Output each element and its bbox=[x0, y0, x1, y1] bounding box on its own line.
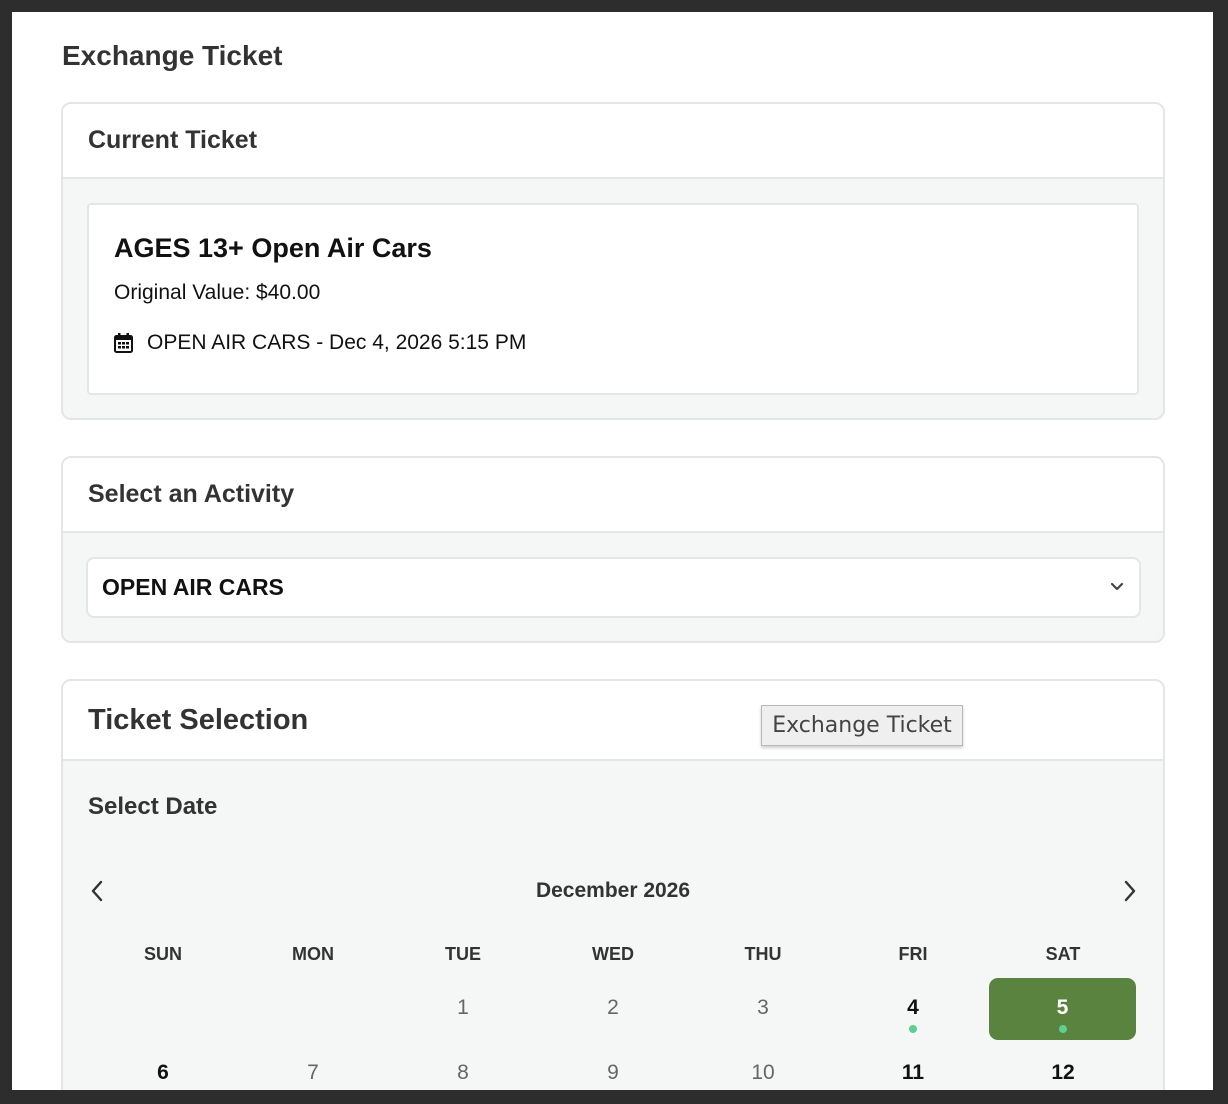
calendar-day[interactable]: 5 bbox=[989, 978, 1136, 1040]
ticket-details: AGES 13+ Open Air Cars Original Value: $… bbox=[87, 203, 1139, 395]
calendar-day-number: 1 bbox=[457, 996, 469, 1019]
ticket-selection-header: Ticket Selection bbox=[63, 681, 1163, 761]
activity-select-value: OPEN AIR CARS bbox=[102, 574, 284, 600]
calendar-weekdays: SUN MON TUE WED THU FRI SAT bbox=[88, 944, 1138, 965]
availability-dot bbox=[909, 1025, 917, 1033]
ticket-event-text: OPEN AIR CARS - Dec 4, 2026 5:15 PM bbox=[147, 331, 527, 354]
weekday-label: MON bbox=[292, 944, 334, 964]
calendar-day[interactable]: 7 bbox=[238, 1043, 388, 1090]
calendar-next-button[interactable] bbox=[1118, 877, 1142, 905]
calendar-week-row: 1 2 3 4 5 bbox=[88, 978, 1138, 1040]
availability-dot bbox=[1058, 1025, 1067, 1033]
calendar-day[interactable]: 1 bbox=[388, 978, 538, 1040]
calendar-icon bbox=[114, 333, 133, 353]
weekday-label: THU bbox=[744, 944, 782, 964]
calendar-day-number: 9 bbox=[607, 1061, 619, 1084]
calendar-day-number: 5 bbox=[1056, 996, 1069, 1019]
calendar-day[interactable]: 4 bbox=[838, 978, 988, 1040]
calendar-day[interactable]: 2 bbox=[538, 978, 688, 1040]
calendar-day[interactable]: 9 bbox=[538, 1043, 688, 1090]
calendar-day[interactable]: 3 bbox=[688, 978, 838, 1040]
calendar-day-number: 2 bbox=[607, 996, 619, 1019]
calendar-day[interactable]: 8 bbox=[388, 1043, 538, 1090]
weekday-label: SUN bbox=[143, 944, 182, 964]
ticket-name: AGES 13+ Open Air Cars bbox=[114, 233, 432, 263]
calendar-day-number: 8 bbox=[457, 1061, 469, 1084]
calendar-day-number: 7 bbox=[307, 1061, 319, 1084]
weekday-label: WED bbox=[592, 944, 634, 964]
current-ticket-card: Current Ticket AGES 13+ Open Air Cars Or… bbox=[61, 102, 1165, 420]
current-ticket-header: Current Ticket bbox=[63, 104, 1163, 179]
modal-title: Exchange Ticket bbox=[62, 40, 283, 71]
chevron-down-icon bbox=[1110, 582, 1124, 591]
activity-select[interactable]: OPEN AIR CARS bbox=[86, 557, 1141, 618]
calendar-day-number: 3 bbox=[757, 996, 769, 1019]
activity-header: Select an Activity bbox=[63, 458, 1163, 533]
calendar-day[interactable]: 10 bbox=[688, 1043, 838, 1090]
weekday-label: FRI bbox=[898, 944, 928, 964]
calendar-day-number: 12 bbox=[1051, 1061, 1075, 1084]
calendar-day-number: 11 bbox=[901, 1061, 925, 1084]
chevron-right-icon bbox=[1124, 880, 1136, 902]
calendar-day-number: 10 bbox=[751, 1061, 775, 1084]
exchange-ticket-tooltip[interactable]: Exchange Ticket bbox=[761, 705, 963, 746]
ticket-selection-card: Ticket Selection Exchange Ticket Select … bbox=[61, 679, 1165, 1090]
weekday-label: TUE bbox=[445, 944, 481, 964]
calendar-day-number: 6 bbox=[157, 1061, 169, 1084]
ticket-event: OPEN AIR CARS - Dec 4, 2026 5:15 PM bbox=[114, 331, 526, 355]
calendar-day-number: 4 bbox=[907, 996, 919, 1019]
weekday-label: SAT bbox=[1045, 944, 1081, 964]
ticket-original-value: Original Value: $40.00 bbox=[114, 281, 321, 304]
calendar-week-row: 6 7 8 9 10 11 12 bbox=[88, 1043, 1138, 1090]
calendar-empty-cell bbox=[238, 978, 388, 1040]
calendar-day[interactable]: 6 bbox=[88, 1043, 238, 1090]
exchange-ticket-modal: Exchange Ticket Current Ticket AGES 13+ … bbox=[12, 12, 1213, 1090]
calendar-day[interactable]: 12 bbox=[988, 1043, 1138, 1090]
calendar-empty-cell bbox=[88, 978, 238, 1040]
activity-card: Select an Activity OPEN AIR CARS bbox=[61, 456, 1165, 643]
calendar-day[interactable]: 11 bbox=[838, 1043, 988, 1090]
select-date-label: Select Date bbox=[88, 793, 218, 820]
calendar-month: December 2026 bbox=[535, 879, 691, 902]
